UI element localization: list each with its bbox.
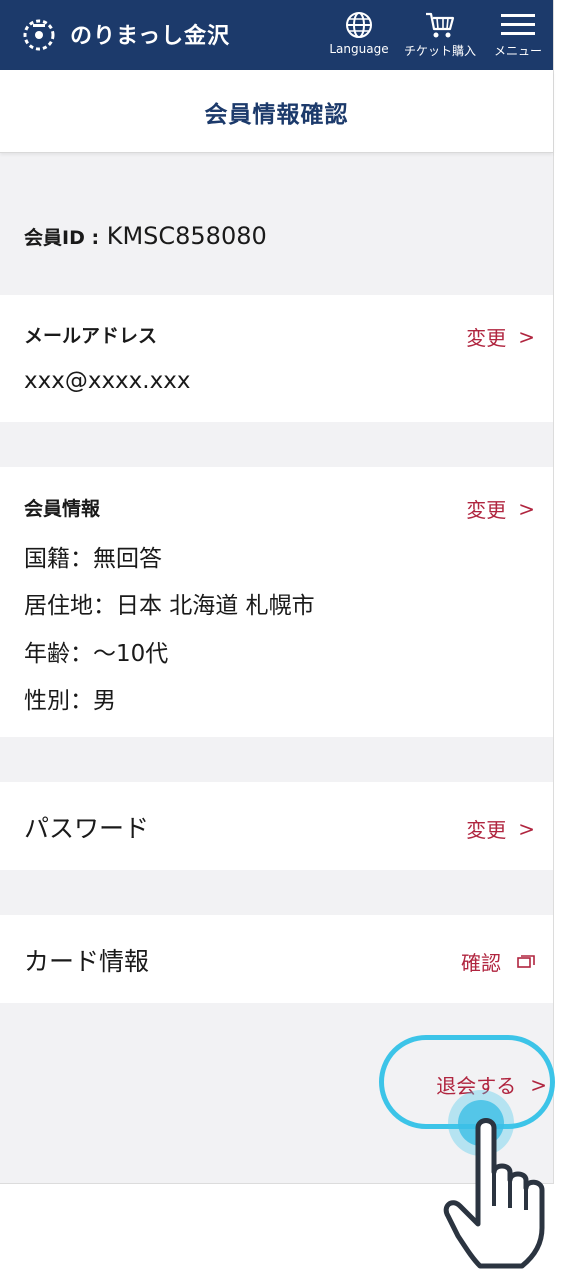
card-info-card[interactable]: カード情報 確認 — [0, 915, 553, 1003]
member-info-card: 会員情報 変更 > 国籍：無回答 居住地：日本 北海道 札幌市 年齢：～10代 … — [0, 467, 553, 737]
password-label: パスワード — [24, 814, 150, 843]
member-id: 会員ID : KMSC858080 — [24, 222, 267, 250]
card-confirm-label: 確認 — [461, 951, 501, 975]
nationality-text: 国籍：無回答 — [24, 546, 162, 572]
email-label: メールアドレス — [24, 325, 158, 347]
ticket-purchase-button[interactable]: チケット購入 — [398, 10, 482, 59]
password-change-link[interactable]: 変更 > — [466, 814, 535, 843]
app-header: のりまっし金沢 Language チケット購入 メニュー — [0, 0, 553, 70]
member-info-change-link[interactable]: 変更 > — [466, 494, 535, 523]
chevron-right-icon: > — [518, 324, 535, 349]
password-card[interactable]: パスワード 変更 > — [0, 782, 553, 870]
page-title: 会員情報確認 — [204, 102, 349, 128]
menu-label: メニュー — [493, 44, 542, 58]
pointing-hand-icon — [443, 1118, 545, 1269]
password-change-label: 変更 — [466, 818, 507, 842]
gender-text: 性別：男 — [24, 688, 116, 714]
member-info-label: 会員情報 — [24, 498, 101, 520]
age-text: 年齢：～10代 — [24, 641, 169, 667]
chevron-right-icon: > — [518, 496, 535, 521]
residence-text: 居住地：日本 北海道 札幌市 — [24, 593, 315, 619]
card-info-label: カード情報 — [24, 947, 150, 976]
logo-icon — [23, 19, 55, 51]
language-button[interactable]: Language — [328, 10, 390, 56]
globe-icon — [346, 12, 372, 38]
email-card: メールアドレス xxx@xxxx.xxx 変更 > — [0, 295, 553, 422]
email-change-link[interactable]: 変更 > — [466, 322, 535, 351]
member-info-change-label: 変更 — [466, 498, 507, 522]
external-window-icon — [517, 954, 535, 968]
menu-button[interactable]: メニュー — [488, 10, 548, 59]
cart-icon — [426, 12, 455, 38]
chevron-right-icon: > — [530, 1072, 547, 1097]
email-value: xxx@xxxx.xxx — [24, 368, 191, 394]
member-id-value: KMSC858080 — [106, 222, 267, 250]
member-id-label: 会員ID : — [24, 227, 100, 249]
chevron-right-icon: > — [518, 816, 535, 841]
card-confirm-link[interactable]: 確認 — [461, 947, 535, 976]
title-bar: 会員情報確認 — [0, 70, 553, 153]
email-change-label: 変更 — [466, 326, 507, 350]
hamburger-icon — [501, 14, 535, 35]
brand-name[interactable]: のりまっし金沢 — [70, 18, 230, 50]
language-label: Language — [329, 42, 389, 56]
ticket-label: チケット購入 — [403, 44, 476, 58]
